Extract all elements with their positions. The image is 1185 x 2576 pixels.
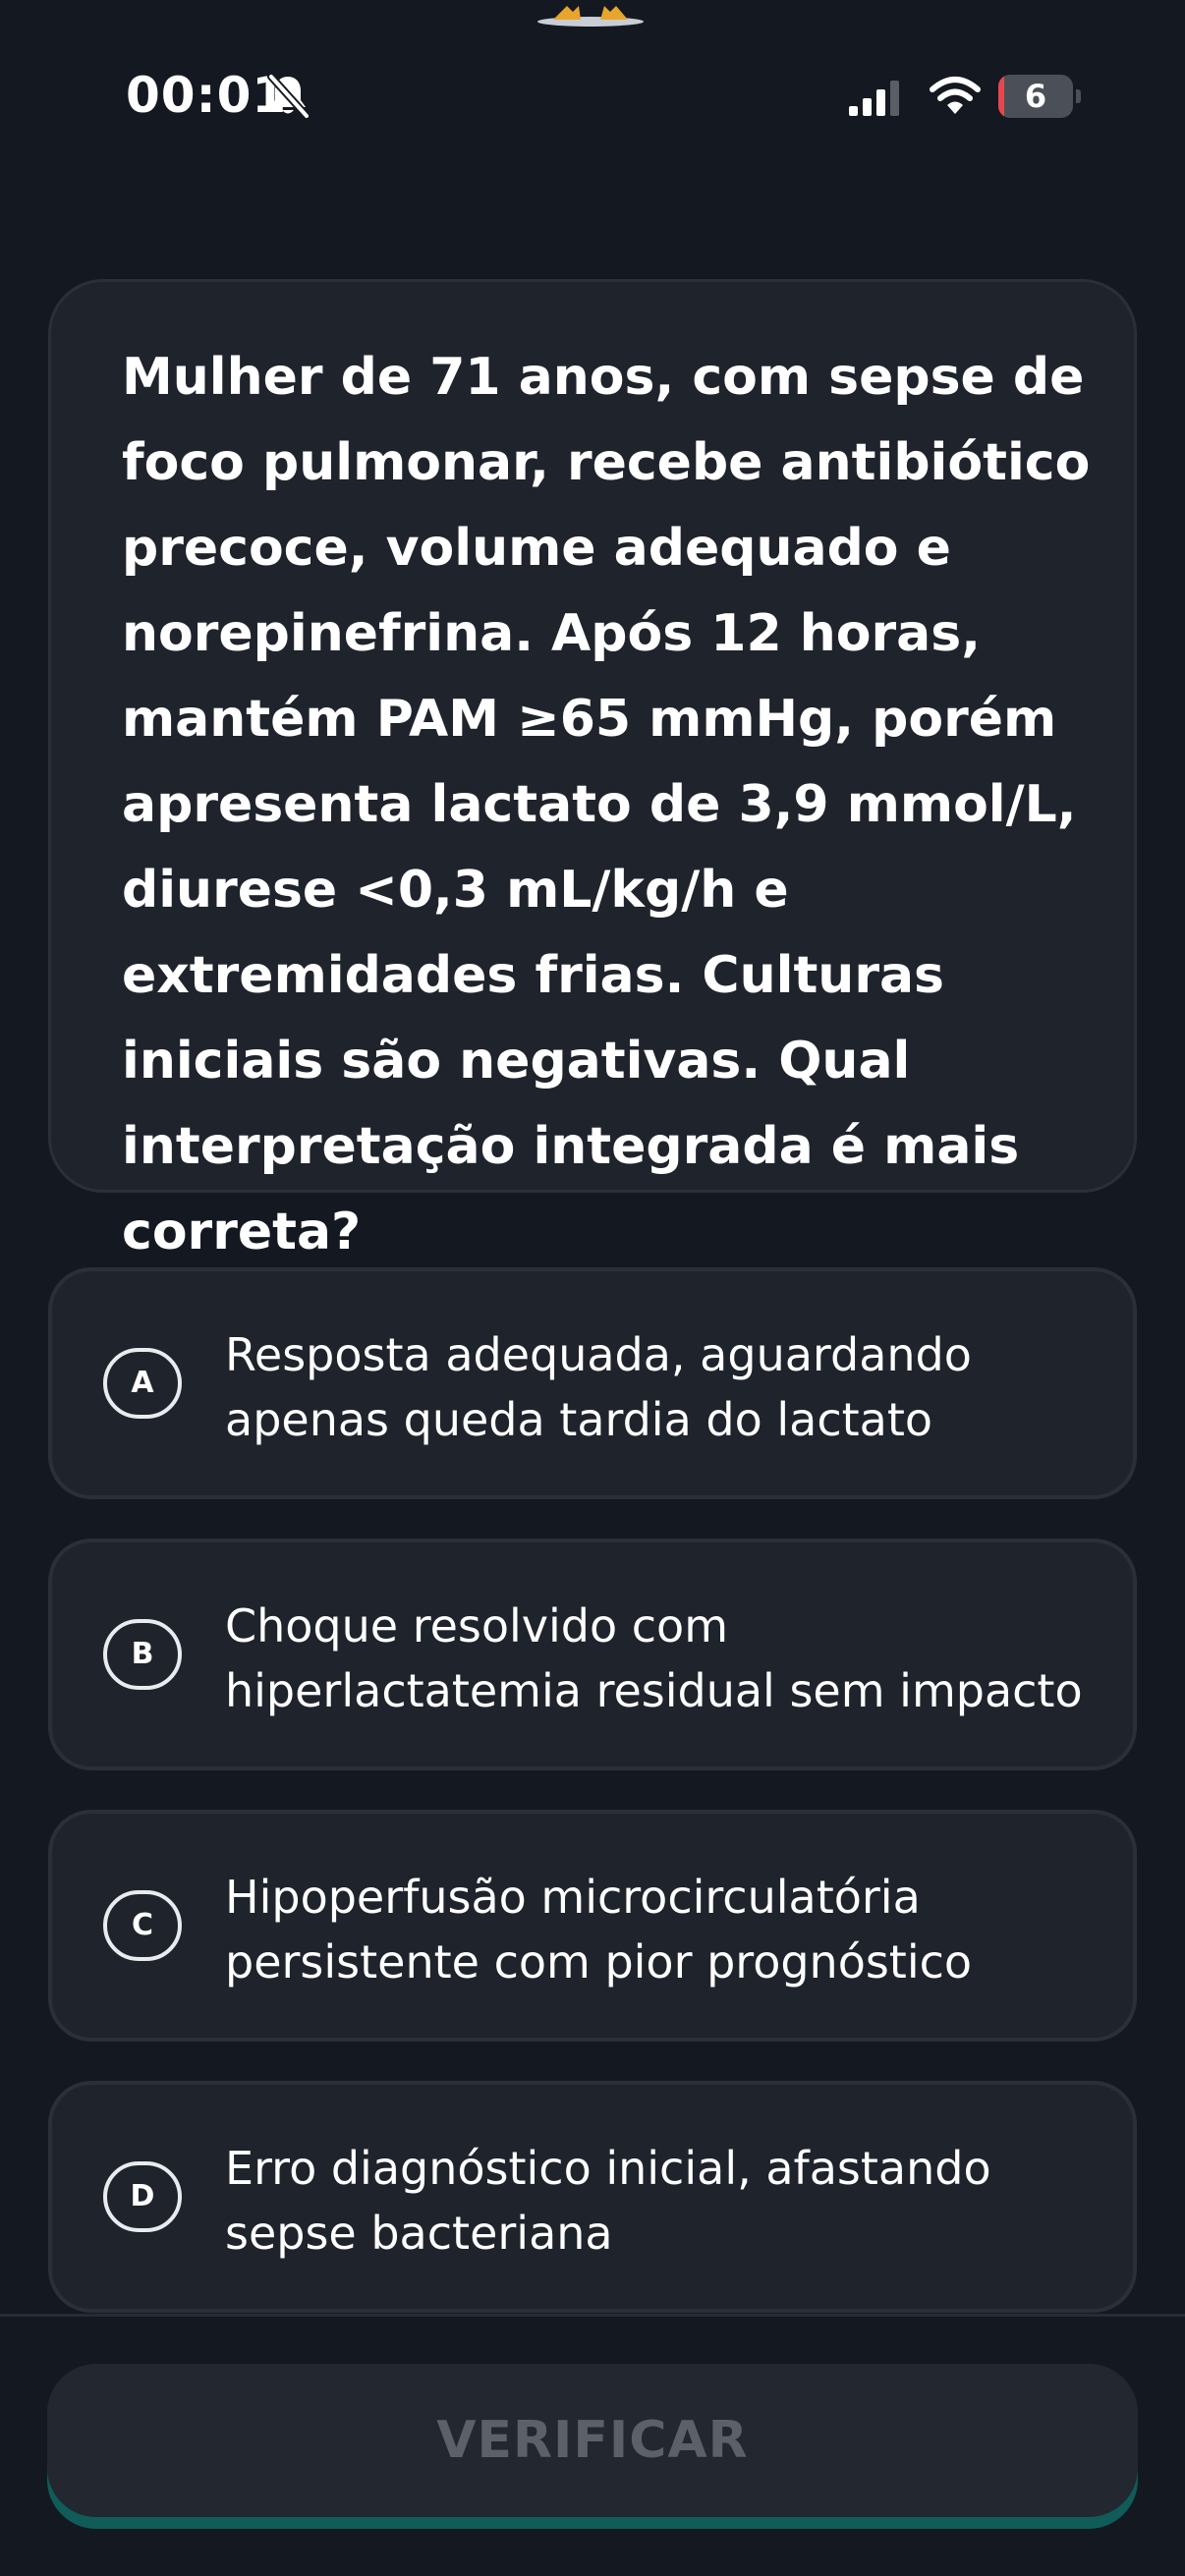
- option-b[interactable]: B Choque resolvido com hiperlactatemia r…: [48, 1539, 1137, 1770]
- verify-button[interactable]: VERIFICAR: [47, 2364, 1138, 2517]
- bell-muted-icon: [267, 73, 310, 120]
- option-c[interactable]: C Hipoperfusão microcirculatória persist…: [48, 1810, 1137, 2042]
- option-text: Erro diagnóstico inicial, afastando seps…: [225, 2142, 991, 2260]
- battery-level: 6: [1024, 78, 1047, 115]
- footer-divider: [0, 2314, 1185, 2317]
- question-text: Mulher de 71 anos, com sepse de foco pul…: [122, 348, 1091, 1261]
- status-bar: 00:01 6: [0, 0, 1185, 196]
- option-a[interactable]: A Resposta adequada, aguardando apenas q…: [48, 1267, 1137, 1499]
- option-letter-badge: D: [103, 2161, 182, 2232]
- mascot-feet-icon: [537, 6, 644, 27]
- option-text: Choque resolvido com hiperlactatemia res…: [225, 1599, 1083, 1717]
- option-text: Hipoperfusão microcirculatória persisten…: [225, 1871, 973, 1988]
- wifi-icon: [930, 77, 981, 114]
- question-card: Mulher de 71 anos, com sepse de foco pul…: [48, 279, 1137, 1261]
- option-text: Resposta adequada, aguardando apenas que…: [225, 1328, 972, 1446]
- battery-icon: 6: [998, 75, 1081, 118]
- option-letter-badge: C: [103, 1890, 182, 1961]
- signal-icon: [849, 81, 899, 116]
- option-d[interactable]: D Erro diagnóstico inicial, afastando se…: [48, 2081, 1137, 2313]
- option-letter-badge: A: [103, 1348, 182, 1419]
- option-letter-badge: B: [103, 1619, 182, 1690]
